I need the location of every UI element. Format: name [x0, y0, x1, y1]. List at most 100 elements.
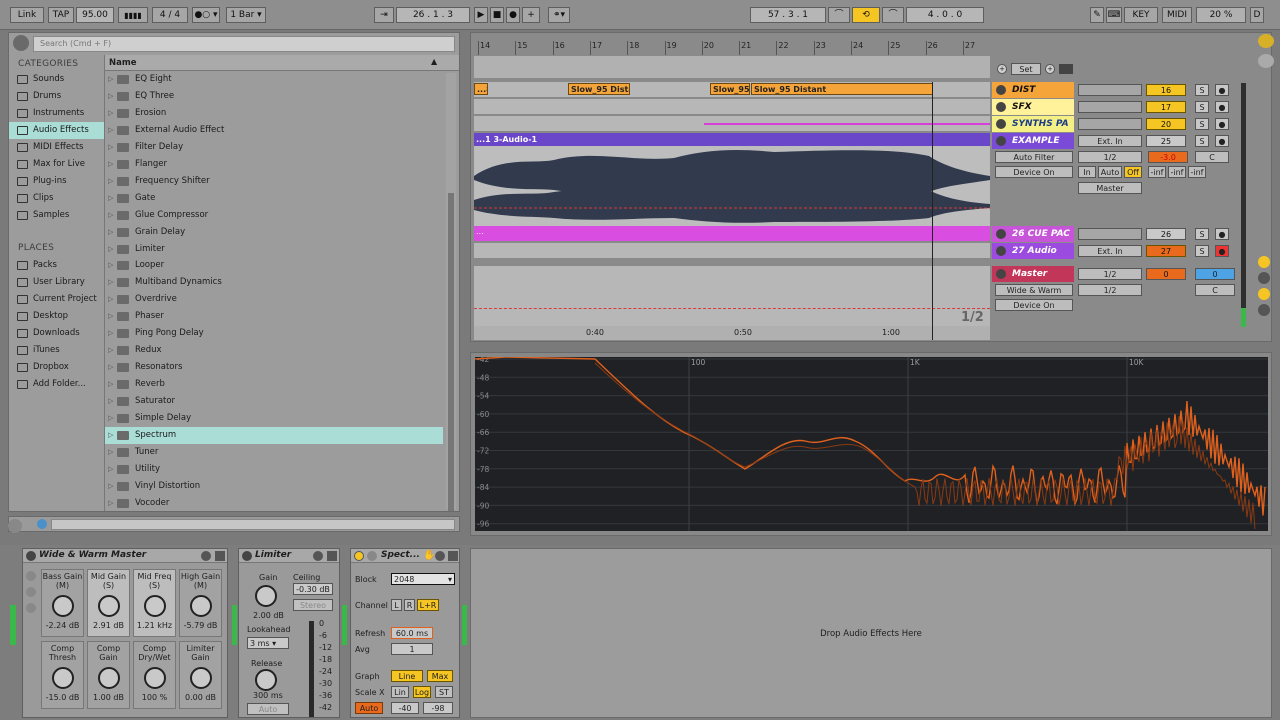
track-header[interactable]: Master: [992, 266, 1074, 282]
lane-audio-27[interactable]: [474, 243, 990, 259]
track-fold-icon[interactable]: [996, 229, 1006, 239]
ceiling-field[interactable]: -0.30 dB: [293, 583, 333, 595]
pan-field[interactable]: C: [1195, 151, 1229, 163]
device-chooser[interactable]: Auto Filter: [995, 151, 1073, 163]
automation-line[interactable]: [704, 123, 990, 125]
category-item[interactable]: MIDI Effects: [9, 139, 104, 156]
solo-button[interactable]: S: [1195, 228, 1209, 240]
browser-list-item[interactable]: ▷ Looper: [105, 257, 443, 274]
category-item[interactable]: Audio Effects: [9, 122, 104, 139]
meter-readout[interactable]: -inf: [1168, 166, 1186, 178]
track-header[interactable]: SFX: [992, 99, 1074, 115]
browser-list-item[interactable]: ▷ Flanger: [105, 156, 443, 173]
browser-list-item[interactable]: ▷ External Audio Effect: [105, 122, 443, 139]
range-low-field[interactable]: -98: [423, 702, 453, 714]
expand-arrow-icon[interactable]: ▷: [108, 461, 113, 478]
clip[interactable]: Slow_95 Distant: [751, 83, 933, 95]
channel-l-button[interactable]: L: [391, 599, 402, 611]
browser-list-item[interactable]: ▷ Simple Delay: [105, 410, 443, 427]
save-preset-icon[interactable]: [448, 551, 458, 561]
expand-arrow-icon[interactable]: ▷: [108, 122, 113, 139]
browser-list-item[interactable]: ▷ Limiter: [105, 241, 443, 258]
collapse-icon[interactable]: [8, 519, 22, 533]
monitor-auto-button[interactable]: Auto: [1098, 166, 1122, 178]
pan-field[interactable]: C: [1195, 284, 1235, 296]
draw-mode-icon[interactable]: ✎: [1090, 7, 1104, 23]
name-column-header[interactable]: Name ▲: [105, 55, 459, 71]
scrub-area[interactable]: [474, 56, 990, 78]
crossfader-icon[interactable]: [1258, 304, 1270, 316]
place-item[interactable]: User Library: [9, 274, 104, 291]
midi-map-button[interactable]: MIDI: [1162, 7, 1192, 23]
arm-button[interactable]: ●: [1215, 135, 1229, 147]
solo-button[interactable]: S: [1195, 135, 1209, 147]
track-number[interactable]: 0: [1146, 268, 1186, 280]
macro-control[interactable]: Mid Gain (S) 2.91 dB: [87, 569, 130, 637]
refresh-field[interactable]: 60.0 ms: [391, 627, 433, 639]
mixer-icon[interactable]: [1258, 288, 1270, 300]
automation-arm-icon[interactable]: ⚭▾: [548, 7, 570, 23]
monitor-in-button[interactable]: In: [1078, 166, 1096, 178]
block-select[interactable]: 2048 ▾: [391, 573, 455, 585]
save-preset-icon[interactable]: [327, 551, 337, 561]
category-item[interactable]: Sounds: [9, 71, 104, 88]
output-select[interactable]: Master: [1078, 182, 1142, 194]
device-power-icon[interactable]: [26, 551, 36, 561]
limiter-header[interactable]: Limiter: [239, 549, 339, 563]
browser-list-item[interactable]: ▷ Tuner: [105, 444, 443, 461]
expand-arrow-icon[interactable]: ▷: [108, 325, 113, 342]
arm-button[interactable]: ●: [1215, 245, 1229, 257]
device-power-icon[interactable]: [354, 551, 364, 561]
lane-sfx[interactable]: [474, 99, 990, 115]
expand-arrow-icon[interactable]: ▷: [108, 224, 113, 241]
macro-control[interactable]: Comp Gain 1.00 dB: [87, 641, 130, 709]
tap-button[interactable]: TAP: [48, 7, 74, 23]
browser-list-item[interactable]: ▷ Spectrum: [105, 426, 443, 444]
expand-arrow-icon[interactable]: ▷: [108, 139, 113, 156]
macro-knob[interactable]: [143, 667, 166, 689]
solo-button[interactable]: S: [1195, 118, 1209, 130]
track-header[interactable]: 26 CUE PAC: [992, 226, 1074, 242]
track-number[interactable]: 25: [1146, 135, 1186, 147]
track-header[interactable]: DIST: [992, 82, 1074, 98]
graph-max-button[interactable]: Max: [427, 670, 453, 682]
set-button[interactable]: Set: [1011, 63, 1041, 75]
solo-button[interactable]: S: [1195, 245, 1209, 257]
expand-arrow-icon[interactable]: ▷: [108, 444, 113, 461]
device-power-icon[interactable]: [242, 551, 252, 561]
expand-arrow-icon[interactable]: ▷: [108, 359, 113, 376]
category-item[interactable]: Plug-ins: [9, 173, 104, 190]
lane-example[interactable]: ...1 3-Audio-1: [474, 133, 990, 229]
collapse-tracks-icon[interactable]: [1059, 64, 1073, 74]
preview-icon[interactable]: [37, 519, 47, 529]
solo-button[interactable]: S: [1195, 101, 1209, 113]
expand-arrow-icon[interactable]: ▷: [108, 156, 113, 173]
prev-locator-icon[interactable]: +: [997, 64, 1007, 74]
master-pan-field[interactable]: 0: [1195, 268, 1235, 280]
macro-knob[interactable]: [97, 667, 120, 689]
macro-control[interactable]: Comp Dry/Wet 100 %: [133, 641, 176, 709]
rack-header[interactable]: Wide & Warm Master: [23, 549, 227, 563]
channel-lr-button[interactable]: L+R: [417, 599, 439, 611]
spectrum-plot[interactable]: -42 -48 -54 -60 -66 -72 -78 -84 -90 -96 100 1K 10K: [474, 355, 1268, 531]
browser-list-item[interactable]: ▷ Vinyl Distortion: [105, 478, 443, 495]
scale-lin-button[interactable]: Lin: [391, 686, 409, 698]
expand-arrow-icon[interactable]: ▷: [108, 190, 113, 207]
computer-keyboard-icon[interactable]: ⌨: [1106, 7, 1122, 23]
metronome-icon[interactable]: ●○ ▾: [192, 7, 220, 23]
loop-start[interactable]: 57 . 3 . 1: [750, 7, 826, 23]
place-item[interactable]: Add Folder...: [9, 376, 104, 393]
category-item[interactable]: Samples: [9, 207, 104, 224]
hotswap-icon[interactable]: [201, 551, 211, 561]
browser-list-item[interactable]: ▷ Saturator: [105, 393, 443, 410]
browser-list-item[interactable]: ▷ Gate: [105, 190, 443, 207]
browser-list-item[interactable]: ▷ Erosion: [105, 105, 443, 122]
browser-list-item[interactable]: ▷ Glue Compressor: [105, 207, 443, 224]
track-fold-icon[interactable]: [996, 136, 1006, 146]
lane-dist[interactable]: ...8 Slow_95 Distant Slow_95 Slow_95 Dis…: [474, 82, 990, 98]
expand-arrow-icon[interactable]: ▷: [108, 207, 113, 224]
input-channel-select[interactable]: 1/2: [1078, 151, 1142, 163]
graph-line-button[interactable]: Line: [391, 670, 423, 682]
browser-list-item[interactable]: ▷ Redux: [105, 342, 443, 359]
browser-scrollbar[interactable]: [446, 73, 456, 511]
